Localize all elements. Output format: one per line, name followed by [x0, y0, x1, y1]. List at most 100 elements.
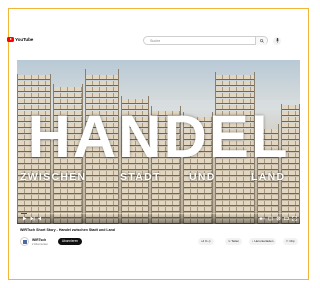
pallet: [86, 75, 118, 80]
pallet: [122, 189, 148, 194]
theater-button[interactable]: [284, 216, 289, 221]
pallet: [86, 189, 118, 194]
youtube-logo[interactable]: YouTube: [7, 37, 33, 42]
pallet: [18, 189, 50, 194]
pallet: [258, 201, 278, 206]
progress-bar[interactable]: [21, 212, 296, 214]
pallet: [18, 81, 50, 86]
pallet: [122, 201, 148, 206]
volume-icon: [38, 216, 41, 221]
pallet: [216, 207, 254, 212]
theater-mode-icon: [284, 217, 289, 220]
subtitle-word: UND: [189, 171, 216, 183]
search-icon: [260, 38, 264, 43]
settings-button[interactable]: [276, 216, 281, 221]
pallet: [54, 189, 82, 194]
pallet: [152, 201, 180, 206]
play-button[interactable]: [22, 216, 27, 221]
channel-name[interactable]: WIRTsch: [32, 238, 46, 242]
pallet: [18, 75, 50, 80]
thumbs-up-icon: 👍︎: [201, 239, 205, 243]
pallet: [122, 207, 148, 212]
pallet: [216, 81, 254, 86]
pallet: [86, 93, 118, 98]
download-button[interactable]: ↓ Herunterladen: [249, 238, 277, 245]
subtitles-icon: [268, 216, 273, 221]
download-label: Herunterladen: [254, 239, 274, 243]
pallet: [54, 207, 82, 212]
play-icon: [23, 216, 27, 221]
subscribe-button[interactable]: Abonnieren: [58, 237, 82, 245]
pallet: [216, 195, 254, 200]
pallet: [216, 189, 254, 194]
fullscreen-icon: [292, 216, 297, 221]
pallet: [122, 195, 148, 200]
pallet: [184, 189, 212, 194]
pallet: [54, 93, 82, 98]
pallet: [152, 189, 180, 194]
pallet: [282, 207, 299, 212]
pallet: [18, 207, 50, 212]
pallet: [86, 201, 118, 206]
search-bar[interactable]: Suche: [143, 36, 268, 45]
player-controls: [17, 214, 300, 224]
play-logo-icon: [7, 37, 14, 42]
pallet: [54, 201, 82, 206]
pallet: [258, 195, 278, 200]
subtitles-button[interactable]: [268, 216, 273, 221]
channel-subscribers: 2 Abonnenten: [32, 242, 49, 246]
video-subtitle-overlay: ZWISCHEN STADT UND LAND: [17, 171, 300, 185]
subtitle-word: LAND: [251, 171, 286, 183]
progress-fill: [21, 212, 27, 214]
pallet: [282, 189, 299, 194]
pallet: [152, 207, 180, 212]
pallet: [282, 201, 299, 206]
share-button[interactable]: ↪ Teilen: [225, 238, 243, 245]
pallet: [86, 81, 118, 86]
video-title-overlay: HANDEL: [27, 103, 290, 170]
share-label: Teilen: [231, 239, 240, 243]
like-button[interactable]: 👍︎ 0 👎︎: [198, 238, 214, 245]
gear-icon: [276, 216, 281, 221]
pallet: [216, 87, 254, 92]
pallet: [184, 207, 212, 212]
pallet: [18, 87, 50, 92]
channel-avatar[interactable]: [20, 237, 29, 246]
next-button[interactable]: [30, 216, 35, 221]
fullscreen-button[interactable]: [292, 216, 297, 221]
pallet: [86, 195, 118, 200]
skip-next-icon: [30, 216, 35, 221]
pallet: [258, 189, 278, 194]
search-button[interactable]: [255, 37, 267, 45]
pallet: [86, 87, 118, 92]
channel-logo-icon: [23, 240, 27, 244]
pallet: [18, 201, 50, 206]
video-player[interactable]: HANDEL ZWISCHEN STADT UND LAND: [17, 60, 300, 224]
pallet: [18, 93, 50, 98]
pallet: [184, 201, 212, 206]
search-input[interactable]: Suche: [150, 39, 160, 43]
channel-row: WIRTsch 2 Abonnenten Abonnieren 👍︎ 0 👎︎ …: [20, 236, 300, 248]
video-title: WIRTsch Short Story - Handel zwischen St…: [20, 228, 115, 232]
pallet: [216, 201, 254, 206]
pallet: [282, 195, 299, 200]
pallet: [54, 195, 82, 200]
voice-search-button[interactable]: [273, 36, 281, 45]
pallet: [184, 195, 212, 200]
toggle-icon: [259, 217, 265, 220]
volume-button[interactable]: [38, 216, 43, 221]
pallet: [18, 195, 50, 200]
pallet: [54, 87, 82, 92]
subtitle-word: ZWISCHEN: [20, 171, 87, 183]
pallet: [258, 207, 278, 212]
clip-button[interactable]: ✂ Clip: [283, 238, 298, 245]
pallet: [216, 93, 254, 98]
autoplay-toggle[interactable]: [259, 216, 265, 221]
subtitle-word: STADT: [120, 171, 161, 183]
pallet: [152, 195, 180, 200]
like-count: 0: [204, 239, 207, 243]
pallet: [86, 207, 118, 212]
microphone-icon: [275, 38, 279, 43]
pallet: [216, 75, 254, 80]
logo-text: YouTube: [15, 37, 34, 42]
